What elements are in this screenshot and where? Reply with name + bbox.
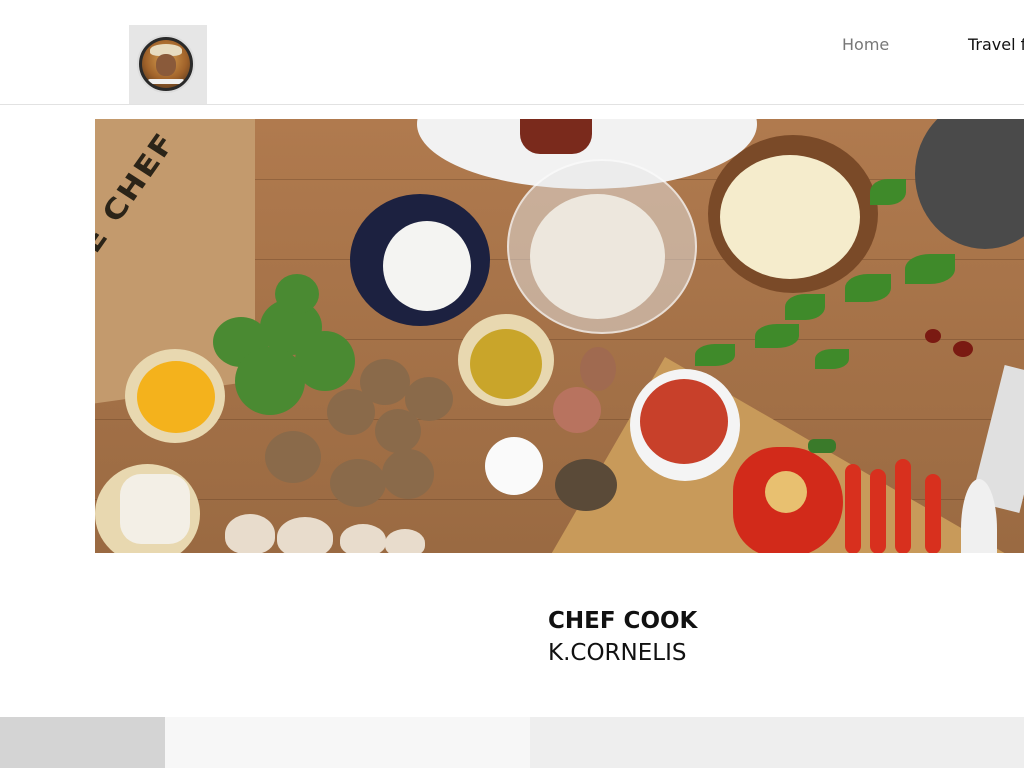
chef-avatar-icon [137, 35, 195, 93]
box-brand-text: ME CHEF [95, 126, 183, 287]
site-header: Home Travel f [0, 0, 1024, 105]
nav-link-home[interactable]: Home [842, 34, 889, 56]
shallot [553, 387, 601, 433]
next-section-banner [0, 717, 1024, 768]
site-logo[interactable] [129, 25, 207, 104]
salt-pile [485, 437, 543, 495]
basil-leaves [695, 344, 735, 366]
pepper-pile [555, 459, 617, 511]
mortar [915, 119, 1024, 249]
nav-link-travel[interactable]: Travel f [968, 34, 1024, 56]
caption-name: K.CORNELIS [548, 640, 687, 666]
hero-image: ME CHEF [95, 119, 1024, 553]
caption-title: CHEF COOK [548, 608, 698, 634]
